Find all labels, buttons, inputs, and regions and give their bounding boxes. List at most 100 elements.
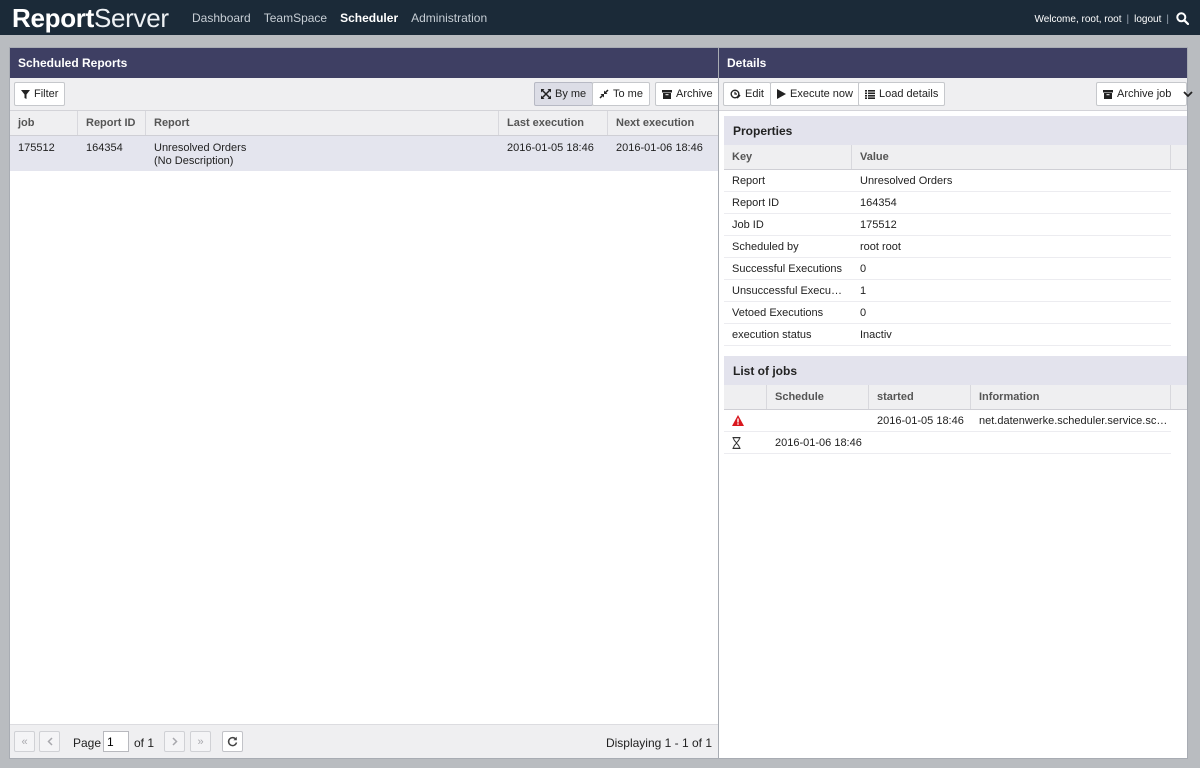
property-row: Successful Executions 0 <box>724 258 1171 280</box>
column-header-key[interactable]: Key <box>724 145 852 169</box>
edit-button[interactable]: Edit <box>723 82 771 106</box>
property-value: root root <box>860 241 901 253</box>
property-row: execution status Inactiv <box>724 324 1171 346</box>
edit-label: Edit <box>745 88 764 100</box>
nav-scheduler[interactable]: Scheduler <box>340 11 398 25</box>
by-me-button[interactable]: By me <box>534 82 594 106</box>
logo-text-light: Server <box>93 3 169 33</box>
nav-administration[interactable]: Administration <box>411 11 487 25</box>
filter-icon <box>21 89 30 99</box>
archive-icon <box>1103 89 1113 99</box>
load-details-label: Load details <box>879 88 939 100</box>
property-value: 0 <box>860 307 867 319</box>
property-key: Report ID <box>732 197 780 209</box>
refresh-icon <box>227 736 238 747</box>
next-page-button[interactable] <box>164 731 185 752</box>
panel-title: Scheduled Reports <box>10 48 718 78</box>
app-logo[interactable]: ReportServer <box>12 3 169 34</box>
list-icon <box>865 89 875 99</box>
job-status <box>724 436 767 449</box>
property-row: Report Unresolved Orders <box>724 170 1171 192</box>
separator: | <box>1166 13 1169 25</box>
archive-button[interactable]: Archive <box>655 82 720 106</box>
warning-icon <box>732 415 744 426</box>
logo-text-bold: Report <box>12 3 94 33</box>
property-value: 175512 <box>860 219 897 231</box>
chevron-left-icon <box>46 737 53 746</box>
hourglass-icon <box>732 436 741 449</box>
by-me-label: By me <box>555 88 587 100</box>
property-value: 0 <box>860 263 867 275</box>
job-information: net.datenwerke.scheduler.service.sch… <box>979 414 1171 427</box>
property-key: Scheduled by <box>732 241 799 253</box>
section-title: List of jobs <box>724 356 1187 385</box>
filter-button[interactable]: Filter <box>14 82 66 106</box>
job-status <box>724 415 767 426</box>
column-header-next-execution[interactable]: Next execution <box>608 111 718 135</box>
report-name: Unresolved Orders <box>154 142 247 154</box>
archive-label: Archive <box>676 88 713 100</box>
cell-report: Unresolved Orders (No Description) <box>146 136 499 171</box>
property-key: Vetoed Executions <box>732 307 824 319</box>
play-icon <box>777 89 786 99</box>
page-label: Page <box>73 736 102 750</box>
page-count: of 1 <box>134 736 155 750</box>
properties-list: Report Unresolved Orders Report ID 164354 … <box>724 170 1187 346</box>
main-nav: Dashboard TeamSpace Scheduler Administra… <box>192 11 500 25</box>
property-key: execution status <box>732 329 812 341</box>
column-header-schedule[interactable]: Schedule <box>767 385 869 409</box>
job-started: 2016-01-05 18:46 <box>877 414 964 427</box>
cell-report-id: 164354 <box>86 142 123 154</box>
column-header-job[interactable]: job <box>10 111 78 135</box>
jobs-section: List of jobs Schedule started Informatio… <box>724 356 1187 454</box>
edit-icon <box>730 89 741 99</box>
job-row[interactable]: 2016-01-05 18:46 net.datenwerke.schedule… <box>724 410 1171 432</box>
page-number-input[interactable] <box>103 731 129 752</box>
execute-now-label: Execute now <box>790 88 853 100</box>
report-description: (No Description) <box>154 155 234 167</box>
column-header-value[interactable]: Value <box>852 145 1171 169</box>
load-details-button[interactable]: Load details <box>858 82 946 106</box>
section-title: Properties <box>724 116 1187 145</box>
welcome-text: Welcome, root, root <box>1034 13 1122 25</box>
search-icon[interactable] <box>1176 12 1190 26</box>
compress-icon <box>599 89 609 99</box>
panel-title: Details <box>719 48 1187 78</box>
property-key: Successful Executions <box>732 263 843 275</box>
cell-next-execution: 2016-01-06 18:46 <box>616 142 703 154</box>
property-value: Unresolved Orders <box>860 175 953 187</box>
execute-now-button[interactable]: Execute now <box>770 82 860 106</box>
column-header-report[interactable]: Report <box>146 111 499 135</box>
chevron-down-icon[interactable] <box>1183 90 1194 98</box>
archive-icon <box>662 89 672 99</box>
property-value: 1 <box>860 285 867 297</box>
to-me-button[interactable]: To me <box>592 82 650 106</box>
jobs-header: Schedule started Information <box>724 385 1187 410</box>
properties-header: Key Value <box>724 145 1187 170</box>
archive-job-button[interactable]: Archive job <box>1096 82 1194 106</box>
first-page-button[interactable]: « <box>14 731 35 752</box>
column-header-started[interactable]: started <box>869 385 971 409</box>
job-row[interactable]: 2016-01-06 18:46 <box>724 432 1171 454</box>
properties-section: Properties Key Value Report Unresolved Or… <box>724 116 1187 346</box>
details-toolbar: Edit Execute now Load details Archive jo… <box>719 78 1194 111</box>
nav-teamspace[interactable]: TeamSpace <box>264 11 327 25</box>
refresh-button[interactable] <box>222 731 243 752</box>
chevron-right-icon <box>171 737 178 746</box>
table-row[interactable]: 175512 164354 Unresolved Orders (No Desc… <box>10 136 718 171</box>
separator: | <box>1126 13 1130 25</box>
expand-icon <box>541 89 551 99</box>
column-header-last-execution[interactable]: Last execution <box>499 111 608 135</box>
logout-link[interactable]: logout <box>1134 14 1161 25</box>
reports-toolbar: Filter By me To me Archive <box>10 78 720 111</box>
last-page-button[interactable]: » <box>190 731 211 752</box>
user-box: Welcome, root, root | logout | <box>1034 12 1190 26</box>
column-header-report-id[interactable]: Report ID <box>78 111 146 135</box>
property-key: Unsuccessful Executi… <box>732 285 848 297</box>
prev-page-button[interactable] <box>39 731 60 752</box>
column-header-information[interactable]: Information <box>971 385 1171 409</box>
reports-table-header: job Report ID Report Last execution Next… <box>10 111 718 136</box>
property-key: Report <box>732 175 766 187</box>
nav-dashboard[interactable]: Dashboard <box>192 11 251 25</box>
property-key: Job ID <box>732 219 764 231</box>
